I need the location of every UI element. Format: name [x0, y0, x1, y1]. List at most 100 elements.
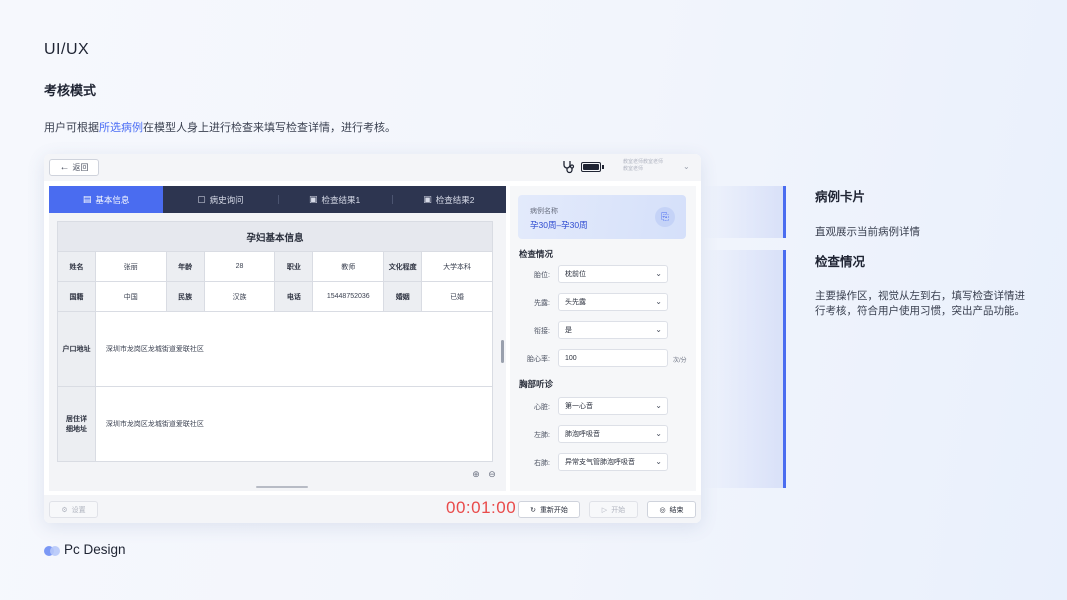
- tab-label: 检查结果1: [321, 194, 361, 205]
- case-card-value: 孕30周–孕30周: [530, 220, 588, 230]
- chevron-down-icon: ⌄: [655, 325, 662, 334]
- restart-icon: ↻: [530, 506, 536, 514]
- exam-side-panel: 病例名称 孕30周–孕30周 ⎘ 检查情况 胎位: 枕前位 ⌄ 先露: 头先露 …: [510, 186, 696, 491]
- chevron-down-icon[interactable]: ⌄: [683, 162, 690, 171]
- engagement-select[interactable]: 是 ⌄: [558, 321, 668, 339]
- select-value: 异常支气管肺泡呼吸音: [565, 459, 635, 466]
- field-label: 先露:: [534, 300, 550, 307]
- cell-value: 28: [203, 251, 276, 282]
- cell-label: 文化程度: [383, 251, 423, 282]
- desc-suffix: 在模型人身上进行检查来填写检查详情，进行考核。: [143, 122, 396, 134]
- field-label: 胎位:: [534, 272, 550, 279]
- annotation-line-card: [783, 186, 786, 238]
- chevron-down-icon: ⌄: [655, 401, 662, 410]
- field-label: 衔接:: [534, 328, 550, 335]
- field-label: 左肺:: [534, 432, 550, 439]
- cell-value: 已婚: [421, 281, 493, 312]
- desc-prefix: 用户可根据: [44, 122, 99, 134]
- input-value: 100: [565, 354, 577, 362]
- stop-icon: ◎: [659, 506, 666, 514]
- annotation-desc-exam: 主要操作区，视觉从左到右，填写检查详情进行考核，符合用户使用习惯，突出产品功能。: [815, 290, 1025, 317]
- page-title: UI/UX: [44, 41, 90, 58]
- start-label: 开始: [611, 506, 626, 514]
- cell-label: 姓名: [57, 251, 96, 282]
- annotation-line-exam: [783, 250, 786, 488]
- table-row: 国籍 中国 民族 汉族 电话 15448752036 婚姻 已婚: [57, 281, 493, 312]
- tab-basic-info[interactable]: ▤ 基本信息: [49, 186, 164, 213]
- cell-label: 国籍: [57, 281, 96, 312]
- annotation-title-card: 病例卡片: [815, 190, 866, 204]
- presentation-select[interactable]: 头先露 ⌄: [558, 293, 668, 311]
- table-caption: 孕妇基本信息: [57, 221, 493, 252]
- horizontal-scrollbar[interactable]: [256, 486, 308, 488]
- heart-select[interactable]: 第一心音 ⌄: [558, 397, 668, 415]
- cell-value: 汉族: [203, 281, 276, 312]
- right-lung-select[interactable]: 异常支气管肺泡呼吸音 ⌄: [558, 453, 668, 471]
- bottom-bar: ⚙ 设置 00:01:00 ↻ 重新开始 ▷ 开始 ◎ 结束: [44, 495, 701, 523]
- select-value: 枕前位: [565, 271, 586, 278]
- select-value: 是: [565, 327, 572, 334]
- chevron-down-icon: ⌄: [655, 297, 662, 306]
- address-value: 深圳市龙岗区龙城街道爱联社区: [94, 311, 494, 387]
- chevron-down-icon: ⌄: [655, 269, 662, 278]
- gear-icon: ⚙: [61, 506, 68, 514]
- case-card: 病例名称 孕30周–孕30周 ⎘: [518, 195, 686, 239]
- exam-heading: 检查情况: [519, 249, 554, 259]
- field-label: 心脏:: [534, 404, 550, 411]
- cell-value: 15448752036: [312, 281, 385, 312]
- tab-label: 基本信息: [95, 194, 130, 205]
- top-bar: ← 返回 教室老师教室老师 教室老师 ⌄: [44, 154, 701, 181]
- zoom-out-icon[interactable]: ⊖: [486, 468, 498, 480]
- tab-result-1[interactable]: ▣ 检查结果1: [277, 186, 392, 213]
- select-value: 头先露: [565, 299, 586, 306]
- residence-label-line-1: 居住详: [65, 416, 87, 423]
- fetal-heart-rate-input[interactable]: 100: [558, 349, 668, 367]
- vertical-scrollbar[interactable]: [501, 340, 504, 363]
- stethoscope-icon: [563, 161, 575, 174]
- unit-label: 次/分: [673, 358, 687, 364]
- report-icon: ▣: [309, 194, 318, 204]
- play-icon: ▷: [601, 506, 608, 514]
- back-button[interactable]: ← 返回: [49, 159, 99, 176]
- table-row: 居住详 细地址 深圳市龙岗区龙城街道爱联社区: [57, 386, 494, 462]
- cell-value: 中国: [94, 281, 167, 312]
- tab-history[interactable]: ▢ 病史询问: [163, 186, 277, 213]
- address-label: 户口地址: [57, 311, 96, 387]
- annotation-desc-card: 直观展示当前病例详情: [815, 226, 920, 238]
- end-label: 结束: [669, 506, 684, 514]
- tab-label: 检查结果2: [435, 194, 475, 205]
- chevron-down-icon: ⌄: [655, 457, 662, 466]
- table-row: 户口地址 深圳市龙岗区龙城街道爱联社区: [57, 311, 494, 387]
- settings-button[interactable]: ⚙ 设置: [49, 501, 98, 518]
- user-info[interactable]: 教室老师教室老师 教室老师: [623, 159, 663, 173]
- restart-button[interactable]: ↻ 重新开始: [518, 501, 580, 518]
- select-value: 肺泡呼吸音: [565, 431, 600, 438]
- zoom-in-icon[interactable]: ⊕: [470, 468, 482, 480]
- start-button[interactable]: ▷ 开始: [589, 501, 638, 518]
- tab-result-2[interactable]: ▣ 检查结果2: [391, 186, 506, 213]
- battery-icon: [581, 162, 604, 172]
- section-title: 考核模式: [44, 83, 97, 98]
- countdown-timer: 00:01:00: [446, 498, 517, 517]
- chevron-down-icon: ⌄: [655, 429, 662, 438]
- left-lung-select[interactable]: 肺泡呼吸音 ⌄: [558, 425, 668, 443]
- basic-info-panel: 孕妇基本信息 姓名 张丽 年龄 28 职业 教师 文化程度 大学本科 国籍 中国…: [49, 213, 506, 491]
- tab-label: 病史询问: [209, 194, 244, 205]
- select-value: 第一心音: [565, 403, 593, 410]
- fetal-position-select[interactable]: 枕前位 ⌄: [558, 265, 668, 283]
- restart-label: 重新开始: [539, 506, 568, 514]
- id-card-icon: ▤: [82, 194, 92, 204]
- user-line-2: 教室老师: [623, 166, 644, 172]
- table-row: 姓名 张丽 年龄 28 职业 教师 文化程度 大学本科: [57, 251, 493, 282]
- desc-highlight: 所选病例: [99, 122, 143, 134]
- tab-bar: ▤ 基本信息 ▢ 病史询问 ▣ 检查结果1 ▣ 检查结果2: [49, 186, 506, 213]
- logo-icon: [44, 546, 62, 556]
- end-button[interactable]: ◎ 结束: [647, 501, 696, 518]
- cell-label: 职业: [274, 251, 314, 282]
- cell-value: 张丽: [94, 251, 167, 282]
- chest-heading: 胸部听诊: [519, 379, 554, 389]
- report-icon: ▣: [423, 194, 432, 204]
- cell-label: 民族: [165, 281, 205, 312]
- field-label: 胎心率:: [527, 356, 550, 363]
- back-label: 返回: [72, 163, 89, 172]
